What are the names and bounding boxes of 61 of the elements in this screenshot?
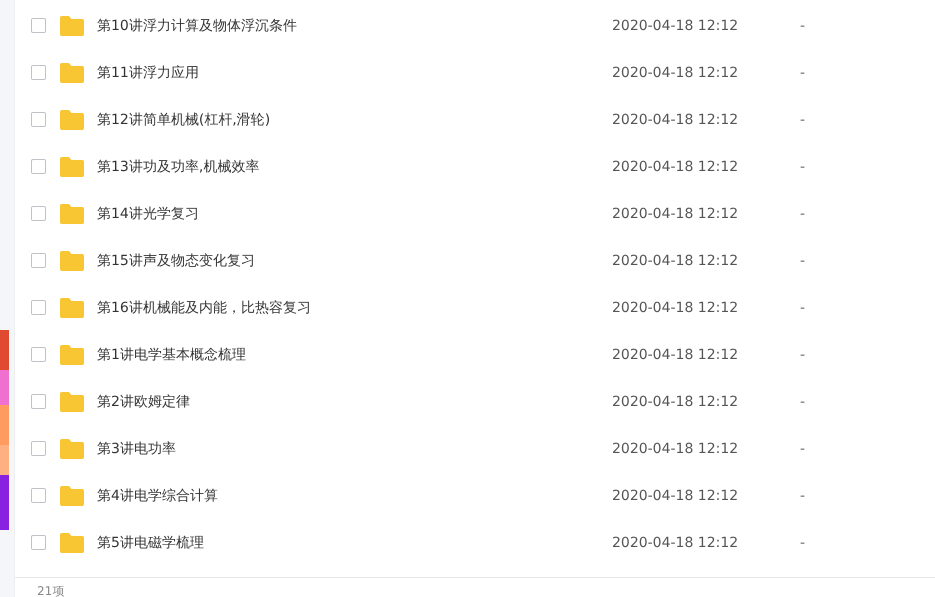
file-name[interactable]: 第2讲欧姆定律: [97, 392, 612, 410]
folder-icon: [59, 250, 85, 272]
file-size: -: [800, 206, 806, 222]
checkbox[interactable]: [31, 206, 46, 221]
file-size: -: [800, 112, 806, 128]
file-name[interactable]: 第12讲简单机械(杠杆,滑轮): [97, 110, 612, 128]
file-size: -: [800, 300, 806, 316]
checkbox[interactable]: [31, 159, 46, 174]
folder-icon: [59, 14, 85, 36]
checkbox[interactable]: [31, 18, 46, 33]
file-name[interactable]: 第3讲电功率: [97, 440, 612, 458]
folder-icon: [59, 108, 85, 130]
folder-icon: [59, 296, 85, 318]
item-count: 21项: [37, 584, 64, 597]
file-name[interactable]: 第13讲功及功率,机械效率: [97, 158, 612, 176]
modified-date: 2020-04-18 12:12: [612, 488, 740, 504]
checkbox[interactable]: [31, 112, 46, 127]
file-size: -: [800, 488, 806, 504]
modified-date: 2020-04-18 12:12: [612, 534, 740, 550]
checkbox[interactable]: [31, 347, 46, 362]
file-size: -: [800, 64, 806, 80]
modified-date: 2020-04-18 12:12: [612, 112, 740, 128]
folder-icon: [59, 532, 85, 554]
file-name[interactable]: 第15讲声及物态变化复习: [97, 252, 612, 270]
file-name[interactable]: 第5讲电磁学梳理: [97, 534, 612, 552]
folder-icon: [59, 484, 85, 506]
file-size: -: [800, 394, 806, 410]
modified-date: 2020-04-18 12:12: [612, 18, 740, 34]
checkbox[interactable]: [31, 488, 46, 503]
file-name[interactable]: 第16讲机械能及内能，比热容复习: [97, 298, 612, 316]
file-size: -: [800, 534, 806, 550]
folder-icon: [59, 344, 85, 366]
file-name[interactable]: 第14讲光学复习: [97, 204, 612, 222]
file-size: -: [800, 252, 806, 268]
checkbox[interactable]: [31, 441, 46, 456]
modified-date: 2020-04-18 12:12: [612, 300, 740, 316]
file-name[interactable]: 第10讲浮力计算及物体浮沉条件: [97, 16, 612, 34]
file-name[interactable]: 第4讲电学综合计算: [97, 486, 612, 504]
folder-icon: [59, 202, 85, 224]
modified-date: 2020-04-18 12:12: [612, 158, 740, 174]
modified-date: 2020-04-18 12:12: [612, 252, 740, 268]
folder-icon: [59, 438, 85, 460]
checkbox[interactable]: [31, 300, 46, 315]
checkbox[interactable]: [31, 65, 46, 80]
checkbox[interactable]: [31, 394, 46, 409]
modified-date: 2020-04-18 12:12: [612, 206, 740, 222]
file-size: -: [800, 346, 806, 362]
file-name[interactable]: 第1讲电学基本概念梳理: [97, 346, 612, 364]
modified-date: 2020-04-18 12:12: [612, 64, 740, 80]
modified-date: 2020-04-18 12:12: [612, 440, 740, 456]
file-name[interactable]: 第11讲浮力应用: [97, 64, 612, 82]
folder-icon: [59, 62, 85, 84]
checkbox[interactable]: [31, 253, 46, 268]
folder-icon: [59, 390, 85, 412]
folder-icon: [59, 156, 85, 178]
checkbox[interactable]: [31, 535, 46, 550]
file-size: -: [800, 18, 806, 34]
file-size: -: [800, 158, 806, 174]
modified-date: 2020-04-18 12:12: [612, 394, 740, 410]
file-size: -: [800, 440, 806, 456]
modified-date: 2020-04-18 12:12: [612, 346, 740, 362]
